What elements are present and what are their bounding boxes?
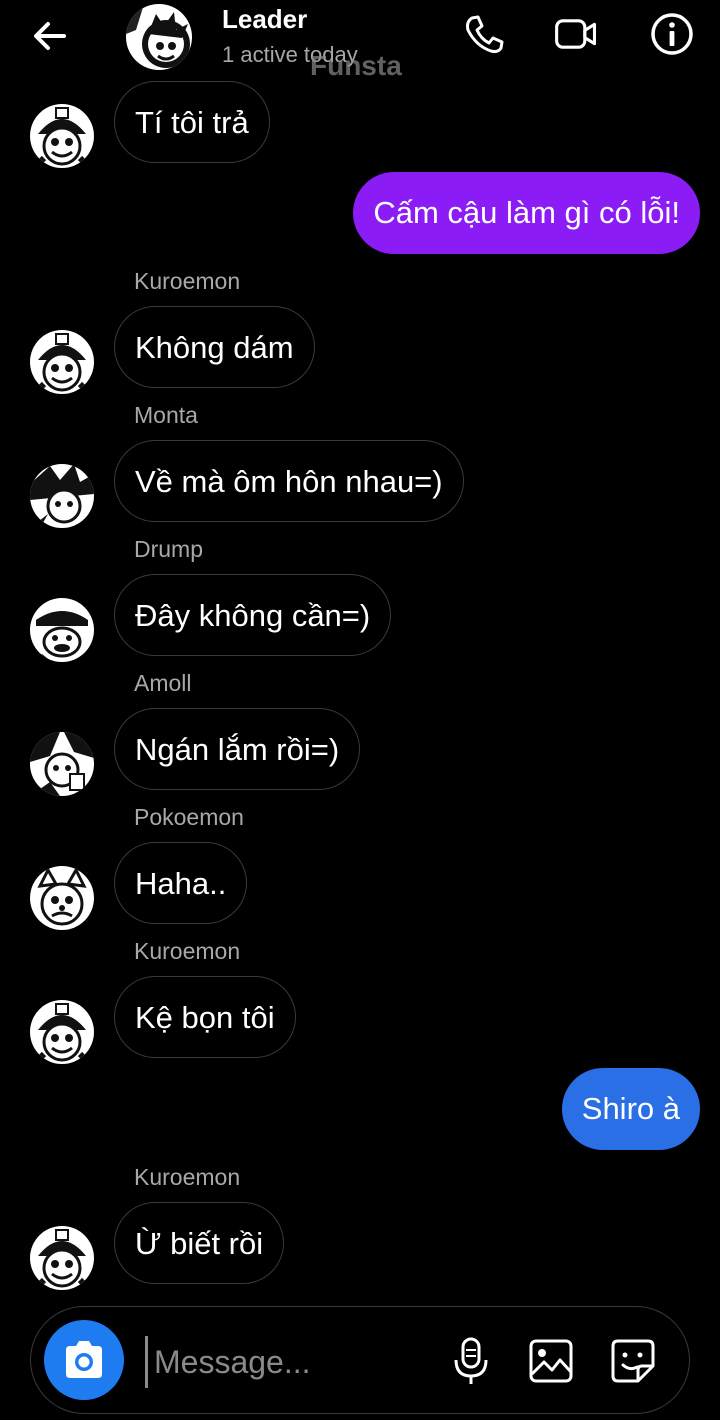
avatar-pokoemon[interactable] — [30, 866, 94, 930]
message-bubble-received[interactable]: Đây không cần=) — [114, 574, 392, 656]
message-bubble-received[interactable]: Không dám — [114, 306, 315, 388]
sender-name: Drump — [134, 536, 204, 562]
sender-name: Monta — [134, 402, 198, 428]
sticker-icon[interactable] — [610, 1336, 656, 1386]
message-bubble-sent[interactable]: Shiro à — [561, 1068, 700, 1150]
microphone-icon[interactable] — [448, 1336, 494, 1386]
avatar-monta[interactable] — [30, 464, 94, 528]
group-avatar[interactable] — [126, 4, 192, 70]
back-arrow-icon[interactable] — [30, 16, 70, 56]
phone-icon[interactable] — [462, 12, 506, 56]
avatar-kuroemon[interactable] — [30, 1226, 94, 1290]
avatar-kuroemon[interactable] — [30, 330, 94, 394]
avatar-drump[interactable] — [30, 598, 94, 662]
chat-header: Leader 1 active today Funsta — [0, 0, 720, 86]
avatar-amoll[interactable] — [30, 732, 94, 796]
info-icon[interactable] — [650, 12, 694, 56]
avatar-kuroemon[interactable] — [30, 104, 94, 168]
sender-name: Kuroemon — [134, 938, 241, 964]
message-bubble-received[interactable]: Haha.. — [114, 842, 248, 924]
message-bubble-sent[interactable]: Cấm cậu làm gì có lỗi! — [353, 172, 700, 254]
camera-button[interactable] — [44, 1320, 124, 1400]
message-bubble-received[interactable]: Về mà ôm hôn nhau=) — [114, 440, 464, 522]
message-bubble-received[interactable]: Ừ biết rồi — [114, 1202, 285, 1284]
video-camera-icon[interactable] — [554, 12, 598, 56]
message-bubble-received[interactable]: Tí tôi trả — [114, 81, 270, 163]
sender-name: Kuroemon — [134, 268, 241, 294]
sender-name: Amoll — [134, 670, 192, 696]
message-bubble-received[interactable]: Ngán lắm rồi=) — [114, 708, 361, 790]
sender-name: Pokoemon — [134, 804, 244, 830]
message-input[interactable] — [145, 1336, 446, 1388]
sender-name: Kuroemon — [134, 1164, 241, 1190]
image-icon[interactable] — [528, 1336, 574, 1386]
camera-icon — [66, 1341, 102, 1378]
chat-title[interactable]: Leader — [222, 4, 307, 35]
message-bubble-received[interactable]: Kệ bọn tôi — [114, 976, 296, 1058]
avatar-kuroemon[interactable] — [30, 1000, 94, 1064]
watermark-text: Funsta — [310, 50, 402, 81]
